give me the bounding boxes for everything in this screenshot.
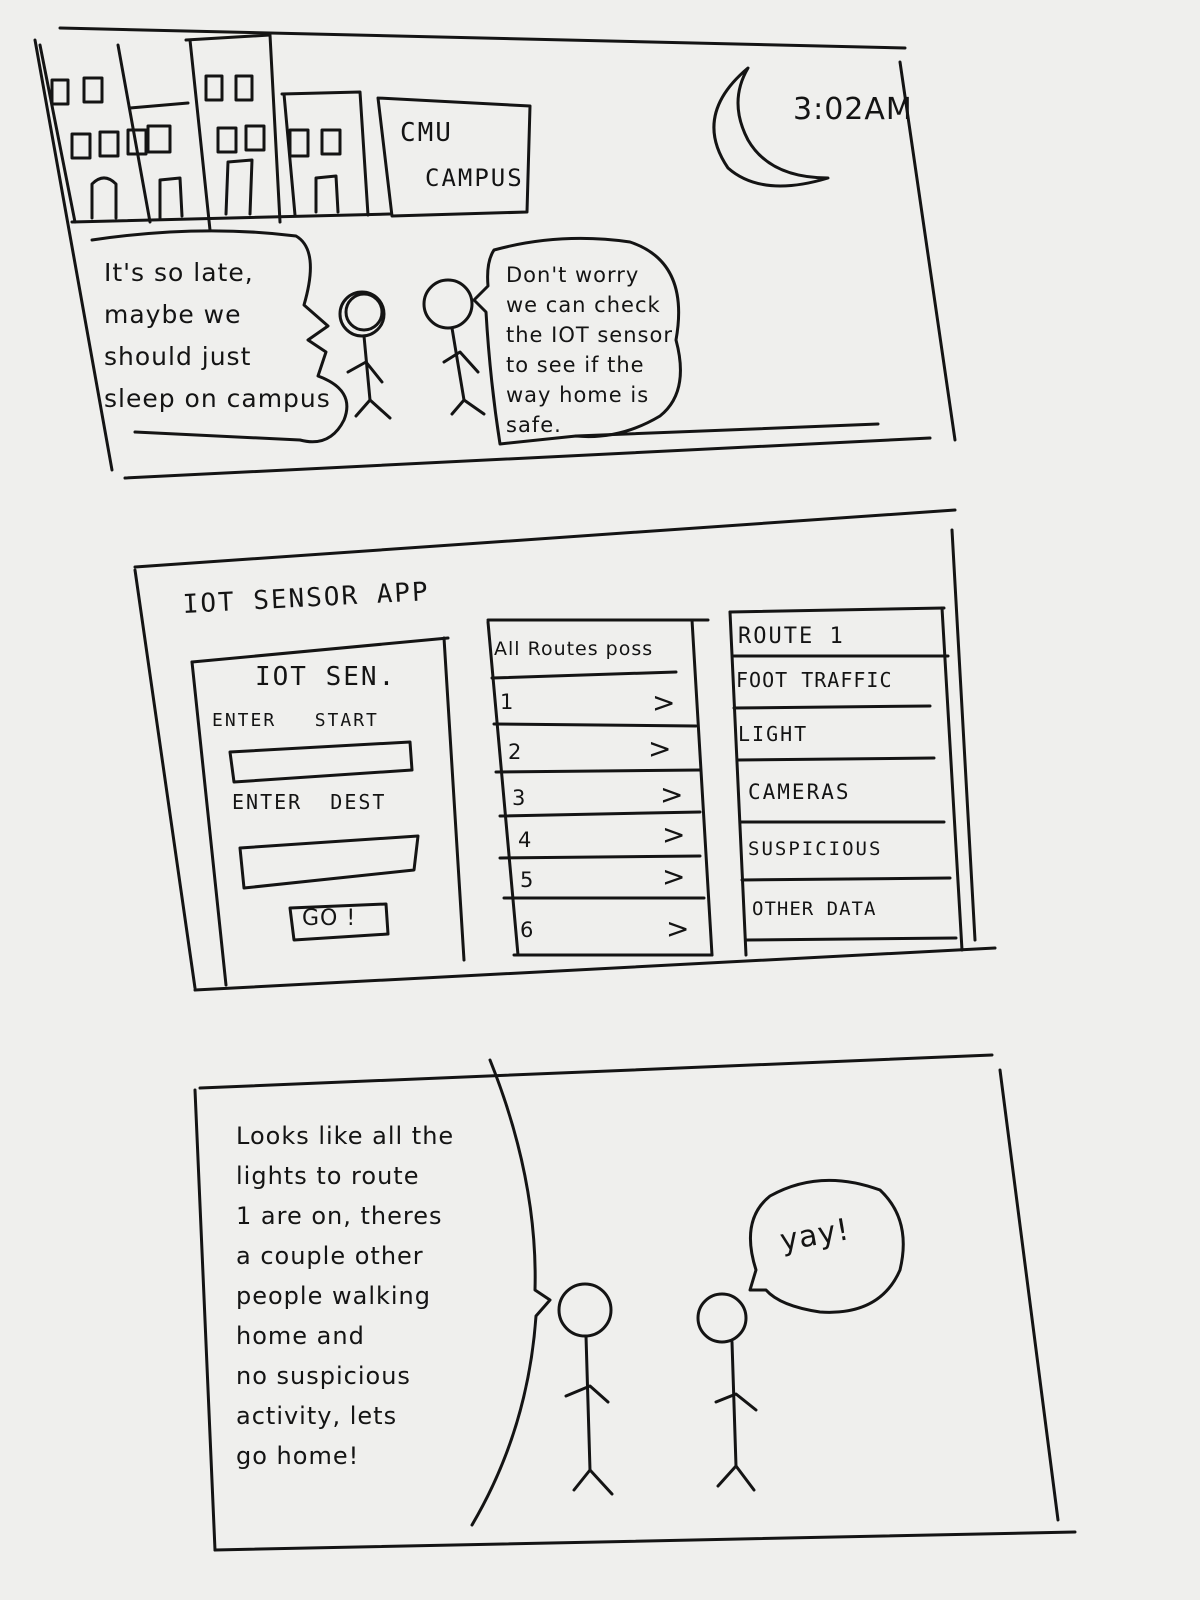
route-item-2-chevron-icon[interactable]: >	[648, 732, 672, 765]
speech-text-left: It's so late, maybe we should just sleep…	[104, 258, 331, 413]
speech-text-right: Don't worry we can check the IOT sensor …	[506, 263, 673, 437]
route-item-6-num[interactable]: 6	[520, 918, 534, 942]
campus-sign-line-2: CAMPUS	[425, 164, 524, 192]
stick-figure-right-2	[696, 1292, 758, 1492]
dest-input-value[interactable]	[250, 850, 410, 878]
routes-header: All Routes poss	[494, 638, 654, 660]
detail-item-foot-traffic[interactable]: FOOT TRAFFIC	[736, 668, 893, 692]
dest-label: ENTER DEST	[232, 790, 387, 814]
route-item-6-chevron-icon[interactable]: >	[666, 912, 690, 945]
route-item-5-chevron-icon[interactable]: >	[662, 860, 686, 893]
clock-time: 3:02AM	[793, 92, 913, 127]
go-button-label[interactable]: GO !	[302, 906, 356, 931]
detail-item-suspicious[interactable]: SUSPICIOUS	[748, 838, 882, 860]
route-item-2-num[interactable]: 2	[508, 740, 522, 764]
route-item-4-chevron-icon[interactable]: >	[662, 818, 686, 851]
campus-sign-line-1: CMU	[400, 118, 453, 148]
campus-buildings	[38, 33, 532, 232]
narration-box	[470, 1058, 552, 1527]
moon-icon	[712, 66, 830, 188]
stick-figure-left-2	[557, 1282, 614, 1496]
route-item-5-num[interactable]: 5	[520, 868, 534, 892]
route-item-3-num[interactable]: 3	[512, 786, 526, 810]
comic-line-art	[33, 26, 1077, 1552]
route-item-3-chevron-icon[interactable]: >	[660, 778, 684, 811]
stick-figure-left	[338, 290, 392, 420]
start-input-value[interactable]	[240, 750, 400, 774]
route-item-1-chevron-icon[interactable]: >	[652, 686, 676, 719]
detail-item-other-data[interactable]: OTHER DATA	[752, 898, 876, 920]
narration-text: Looks like all the lights to route 1 are…	[236, 1122, 455, 1470]
route-item-4-num[interactable]: 4	[518, 828, 532, 852]
detail-header: ROUTE 1	[738, 624, 845, 649]
route-item-1-num[interactable]: 1	[500, 690, 514, 714]
detail-item-cameras[interactable]: CAMERAS	[748, 780, 851, 804]
start-label: ENTER START	[212, 710, 379, 731]
detail-item-light[interactable]: LIGHT	[738, 722, 808, 746]
form-heading: IOT SEN.	[255, 662, 397, 692]
